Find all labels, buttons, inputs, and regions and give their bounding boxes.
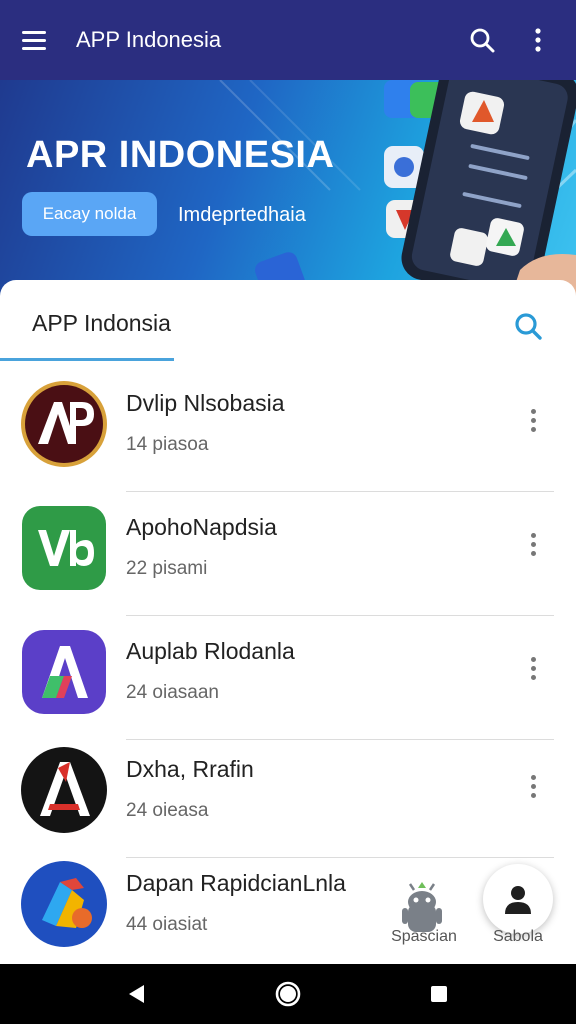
app-logo-icon (21, 381, 107, 467)
list-item[interactable]: Auplab Rlodanla 24 oiasaan (0, 620, 576, 740)
more-vertical-icon[interactable] (520, 400, 546, 440)
app-meta: 44 oiasiat (126, 914, 208, 935)
banner-headline: APR INDONESIA (26, 134, 335, 176)
home-circle-icon[interactable] (273, 979, 303, 1009)
tab-indicator (0, 358, 174, 361)
hamburger-menu-icon[interactable] (22, 24, 54, 56)
app-name: Dvlip Nlsobasia (126, 390, 285, 416)
app-name: Dxha, Rrafin (126, 756, 254, 782)
profile-fab-button[interactable] (483, 864, 553, 934)
profile-label: Sabola (493, 928, 543, 945)
sheet-header: APP Indonsia (0, 280, 576, 362)
app-meta: 24 oieasa (126, 800, 209, 821)
list-item[interactable]: Dvlip Nlsobasia 14 piasoa (0, 372, 576, 492)
app-name: Dapan RapidcianLnla (126, 870, 346, 896)
system-nav-bar (0, 964, 576, 1024)
app-logo-icon (22, 506, 106, 590)
list-item[interactable]: Dxha, Rrafin 24 oieasa (0, 738, 576, 858)
app-name: Auplab Rlodanla (126, 638, 295, 664)
banner-cta-button[interactable]: Eacay nolda (22, 192, 157, 236)
sheet-title-tab[interactable]: APP Indonsia (32, 310, 171, 337)
app-meta: 24 oiasaan (126, 682, 219, 703)
bottom-actions: Spascian Sabola (380, 862, 576, 962)
person-icon (505, 886, 531, 914)
app-meta: 22 pisami (126, 558, 208, 579)
more-vertical-icon[interactable] (520, 648, 546, 688)
more-vertical-icon[interactable] (518, 20, 558, 60)
app-bar-title: APP Indonesia (76, 27, 222, 52)
promo-banner[interactable]: APR INDONESIA Eacay nolda Imdeprtedhaia (0, 80, 576, 300)
more-vertical-icon[interactable] (520, 524, 546, 564)
divider (126, 615, 554, 616)
back-triangle-icon[interactable] (122, 979, 152, 1009)
banner-phone-illustration (219, 80, 576, 300)
android-label: Spascian (391, 928, 457, 945)
app-logo-icon (22, 630, 106, 714)
divider (126, 491, 554, 492)
search-icon[interactable] (462, 20, 502, 60)
recents-square-icon[interactable] (424, 979, 454, 1009)
top-app-bar: APP Indonesia (0, 0, 576, 80)
search-icon[interactable] (508, 306, 548, 346)
app-logo-icon (21, 747, 107, 833)
banner-subtitle: Imdeprtedhaia (178, 204, 306, 226)
app-logo-icon (21, 861, 107, 947)
list-item[interactable]: ApohoNapdsia 22 pisami (0, 496, 576, 616)
more-vertical-icon[interactable] (520, 766, 546, 806)
app-name: ApohoNapdsia (126, 514, 277, 540)
app-meta: 14 piasoa (126, 434, 209, 455)
